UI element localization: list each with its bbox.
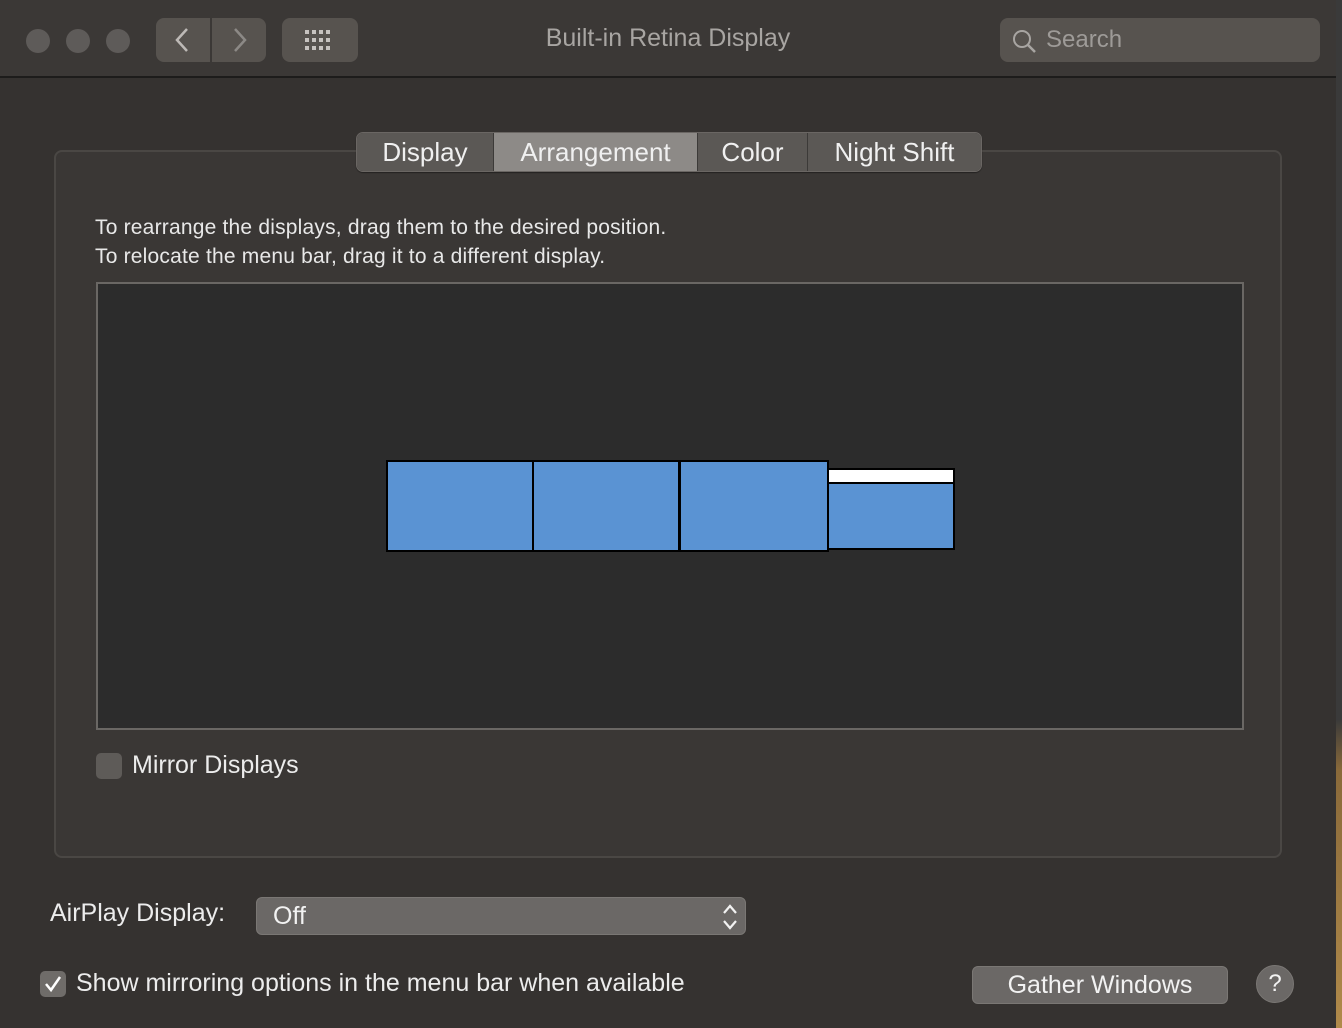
chevron-right-icon [234, 28, 247, 52]
mirror-displays-label: Mirror Displays [132, 751, 299, 779]
updown-chevron-icon [723, 904, 737, 930]
tab-color[interactable]: Color [697, 133, 807, 171]
grid-icon [305, 30, 330, 50]
instruction-text-rearrange: To rearrange the displays, drag them to … [95, 216, 667, 239]
search-field[interactable]: Search [1000, 18, 1320, 62]
chevron-left-icon [175, 28, 188, 52]
show-mirroring-checkbox[interactable] [40, 971, 66, 997]
airplay-display-value: Off [273, 902, 306, 930]
display-1[interactable] [386, 460, 534, 552]
airplay-display-popup[interactable]: Off [256, 897, 746, 935]
back-button[interactable] [156, 18, 210, 62]
show-mirroring-label: Show mirroring options in the menu bar w… [76, 969, 685, 997]
minimize-window-button[interactable] [66, 29, 90, 53]
tab-night-shift[interactable]: Night Shift [807, 133, 981, 171]
airplay-display-label: AirPlay Display: [50, 899, 226, 927]
system-preferences-window: Built-in Retina Display Search Display A… [0, 0, 1336, 1028]
checkmark-icon [45, 976, 62, 993]
background-desktop-edge [1336, 0, 1342, 1028]
tab-display[interactable]: Display [357, 133, 493, 171]
display-3[interactable] [679, 460, 829, 552]
help-button[interactable]: ? [1256, 965, 1294, 1003]
search-icon [1013, 30, 1036, 53]
window-title: Built-in Retina Display [545, 24, 791, 52]
display-arrangement-area [96, 282, 1244, 730]
show-all-button[interactable] [282, 18, 358, 62]
display-2[interactable] [532, 460, 680, 552]
forward-button[interactable] [210, 18, 266, 62]
zoom-window-button[interactable] [106, 29, 130, 53]
search-placeholder: Search [1046, 26, 1123, 53]
navigation-buttons [156, 18, 266, 62]
gather-windows-button[interactable]: Gather Windows [972, 966, 1228, 1004]
mirror-displays-checkbox[interactable] [96, 753, 122, 779]
tab-bar: Display Arrangement Color Night Shift [356, 132, 982, 172]
instruction-text-menu-bar: To relocate the menu bar, drag it to a d… [95, 245, 606, 268]
close-window-button[interactable] [26, 29, 50, 53]
menu-bar-handle[interactable] [827, 468, 955, 484]
title-bar: Built-in Retina Display Search [0, 0, 1336, 78]
tab-arrangement[interactable]: Arrangement [493, 133, 697, 171]
